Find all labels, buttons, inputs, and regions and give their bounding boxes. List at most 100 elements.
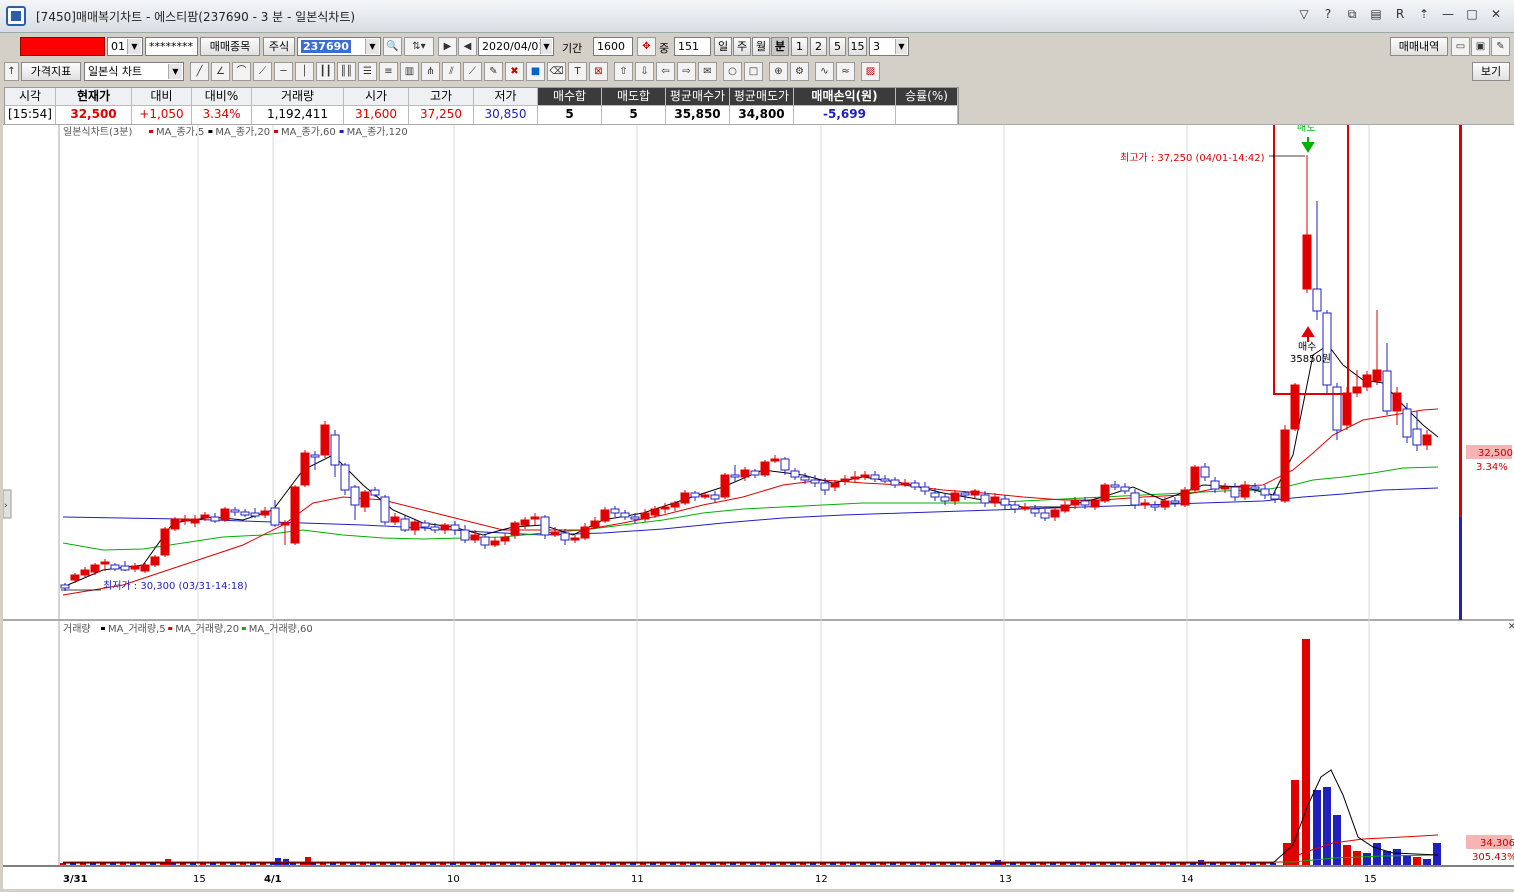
trendline-icon[interactable]: ╱ [190, 62, 209, 81]
interval-2-button[interactable]: 2 [810, 37, 827, 56]
view-button[interactable]: 보기 [1472, 62, 1510, 81]
settings-icon[interactable]: ⚙ [790, 62, 809, 81]
stock-code-input[interactable]: 237690 ▼ [297, 37, 381, 56]
candlestick [1120, 486, 1130, 492]
interval-1-button[interactable]: 1 [791, 37, 808, 56]
stock-select-button[interactable]: 매매종목 [200, 37, 260, 56]
wave-icon[interactable]: ∿ [815, 62, 834, 81]
candlestick [1160, 500, 1170, 508]
pin-icon[interactable]: ▽ [1296, 6, 1312, 22]
candlestick [630, 516, 640, 520]
fan-icon[interactable]: ⟋ [253, 62, 272, 81]
candlestick [70, 574, 80, 581]
eraser-icon[interactable]: ⌫ [547, 62, 566, 81]
screen-icon[interactable]: ▤ [1368, 6, 1384, 22]
market-type-button[interactable]: 주식 [263, 37, 295, 56]
picture-icon[interactable]: ▨ [861, 62, 880, 81]
circle-icon[interactable]: ○ [723, 62, 742, 81]
play-icon[interactable]: ▶ [438, 37, 457, 56]
password-field[interactable]: ******** [145, 37, 198, 56]
arrow-right-tool-icon[interactable]: ⇨ [677, 62, 696, 81]
grid-lines-icon[interactable]: ║║ [337, 62, 356, 81]
expand-icon[interactable]: ✥ [637, 37, 656, 56]
period-month-button[interactable]: 월 [752, 37, 770, 56]
quote-header-time: 시각 [5, 88, 56, 106]
legend-swatch [168, 627, 173, 630]
account-suffix-select[interactable]: 01 ▼ [107, 37, 143, 56]
legend-label: MA_거래량,20 [175, 623, 239, 635]
price-scale-bar-up [1459, 125, 1462, 517]
parallel-icon[interactable]: ⫽ [442, 62, 461, 81]
volume-panel-close-icon[interactable]: ✕ [1508, 622, 1514, 632]
period-day-button[interactable]: 일 [714, 37, 732, 56]
wave2-icon[interactable]: ≈ [836, 62, 855, 81]
account-number-field[interactable] [20, 37, 105, 56]
arrow-left-tool-icon[interactable]: ⇦ [656, 62, 675, 81]
back-icon[interactable]: ◀ [458, 37, 477, 56]
multi-vertical-icon[interactable]: ┃┃ [316, 62, 335, 81]
volume-bar [1433, 843, 1441, 865]
angle-icon[interactable]: ∠ [211, 62, 230, 81]
cross-box-icon[interactable]: ⊠ [589, 62, 608, 81]
period-week-button[interactable]: 주 [733, 37, 751, 56]
arrow-down-tool-icon[interactable]: ⇩ [635, 62, 654, 81]
date-value: 2020/04/01 [482, 40, 546, 53]
link-icon[interactable]: ⧉ [1344, 6, 1360, 22]
color-icon[interactable]: ■ [526, 62, 545, 81]
period-label: 기간 [562, 42, 583, 55]
volume-bar [1323, 787, 1331, 865]
maximize-icon[interactable]: □ [1464, 6, 1480, 22]
help-icon[interactable]: ? [1320, 6, 1336, 22]
quote-header-change-pct: 대비% [192, 88, 252, 106]
fibonacci-icon[interactable]: ☰ [358, 62, 377, 81]
wrench-icon[interactable]: ✎ [1491, 37, 1510, 56]
interval-15-button[interactable]: 15 [848, 37, 867, 56]
volume-bar [1291, 780, 1299, 865]
minute-select[interactable]: 3 ▼ [869, 37, 909, 56]
quote-header-sell-count: 매도합 [602, 88, 666, 106]
arrow-up-icon[interactable]: ⇡ [1416, 6, 1432, 22]
period-minute-button[interactable]: 분 [771, 37, 789, 56]
search-icon[interactable]: 🔍 [383, 37, 402, 56]
candlestick [410, 521, 420, 531]
arc-icon[interactable]: ⌒ [232, 62, 251, 81]
collapse-toolbar-icon[interactable]: ↑ [4, 62, 19, 81]
candlestick [180, 518, 190, 522]
vertical-line-icon[interactable]: │ [295, 62, 314, 81]
count-input[interactable]: 151 [674, 37, 711, 56]
gann-icon[interactable]: ▥ [400, 62, 419, 81]
volume-bar [1363, 853, 1371, 865]
minimize-icon[interactable]: — [1440, 6, 1456, 22]
period-input[interactable]: 1600 [593, 37, 633, 56]
text-tool-icon[interactable]: T [568, 62, 587, 81]
pencil-icon[interactable]: ✎ [484, 62, 503, 81]
candlestick [1170, 500, 1180, 504]
delete-drawing-icon[interactable]: ✖ [505, 62, 524, 81]
chart-canvas[interactable]: › ✕ 일본식차트(3분) MA_종가,5 MA_종가,20 MA_종가,60 MA_… [2, 119, 1514, 889]
candlestick [280, 522, 290, 526]
channel-icon[interactable]: ≡ [379, 62, 398, 81]
candlestick [1260, 488, 1270, 496]
close-icon[interactable]: ✕ [1488, 6, 1504, 22]
folder-icon[interactable]: ▭ [1451, 37, 1470, 56]
sort-icon[interactable]: ⇅▾ [404, 37, 434, 56]
r-icon[interactable]: R [1392, 6, 1408, 22]
horizontal-line-icon[interactable]: ─ [274, 62, 293, 81]
trade-history-button[interactable]: 매매내역 [1390, 37, 1448, 56]
arrow-up-tool-icon[interactable]: ⇧ [614, 62, 633, 81]
pitchfork-icon[interactable]: ⋔ [421, 62, 440, 81]
chart-area[interactable]: › ✕ 일본식차트(3분) MA_종가,5 MA_종가,20 MA_종가,60 MA_… [2, 119, 1514, 889]
date-input[interactable]: 2020/04/01 ▼ [478, 37, 554, 56]
note-icon[interactable]: ✉ [698, 62, 717, 81]
candlestick [90, 564, 100, 573]
zoom-icon[interactable]: ⊕ [769, 62, 788, 81]
save-icon[interactable]: ▣ [1471, 37, 1490, 56]
candlestick [710, 494, 720, 500]
candlestick [1080, 500, 1090, 506]
candlestick [480, 536, 490, 546]
speed-line-icon[interactable]: ⟋ [463, 62, 482, 81]
chart-type-select[interactable]: 일본식 차트 ▼ [84, 62, 184, 81]
rectangle-icon[interactable]: □ [744, 62, 763, 81]
price-indicator-button[interactable]: 가격지표 [21, 62, 81, 81]
interval-5-button[interactable]: 5 [829, 37, 846, 56]
